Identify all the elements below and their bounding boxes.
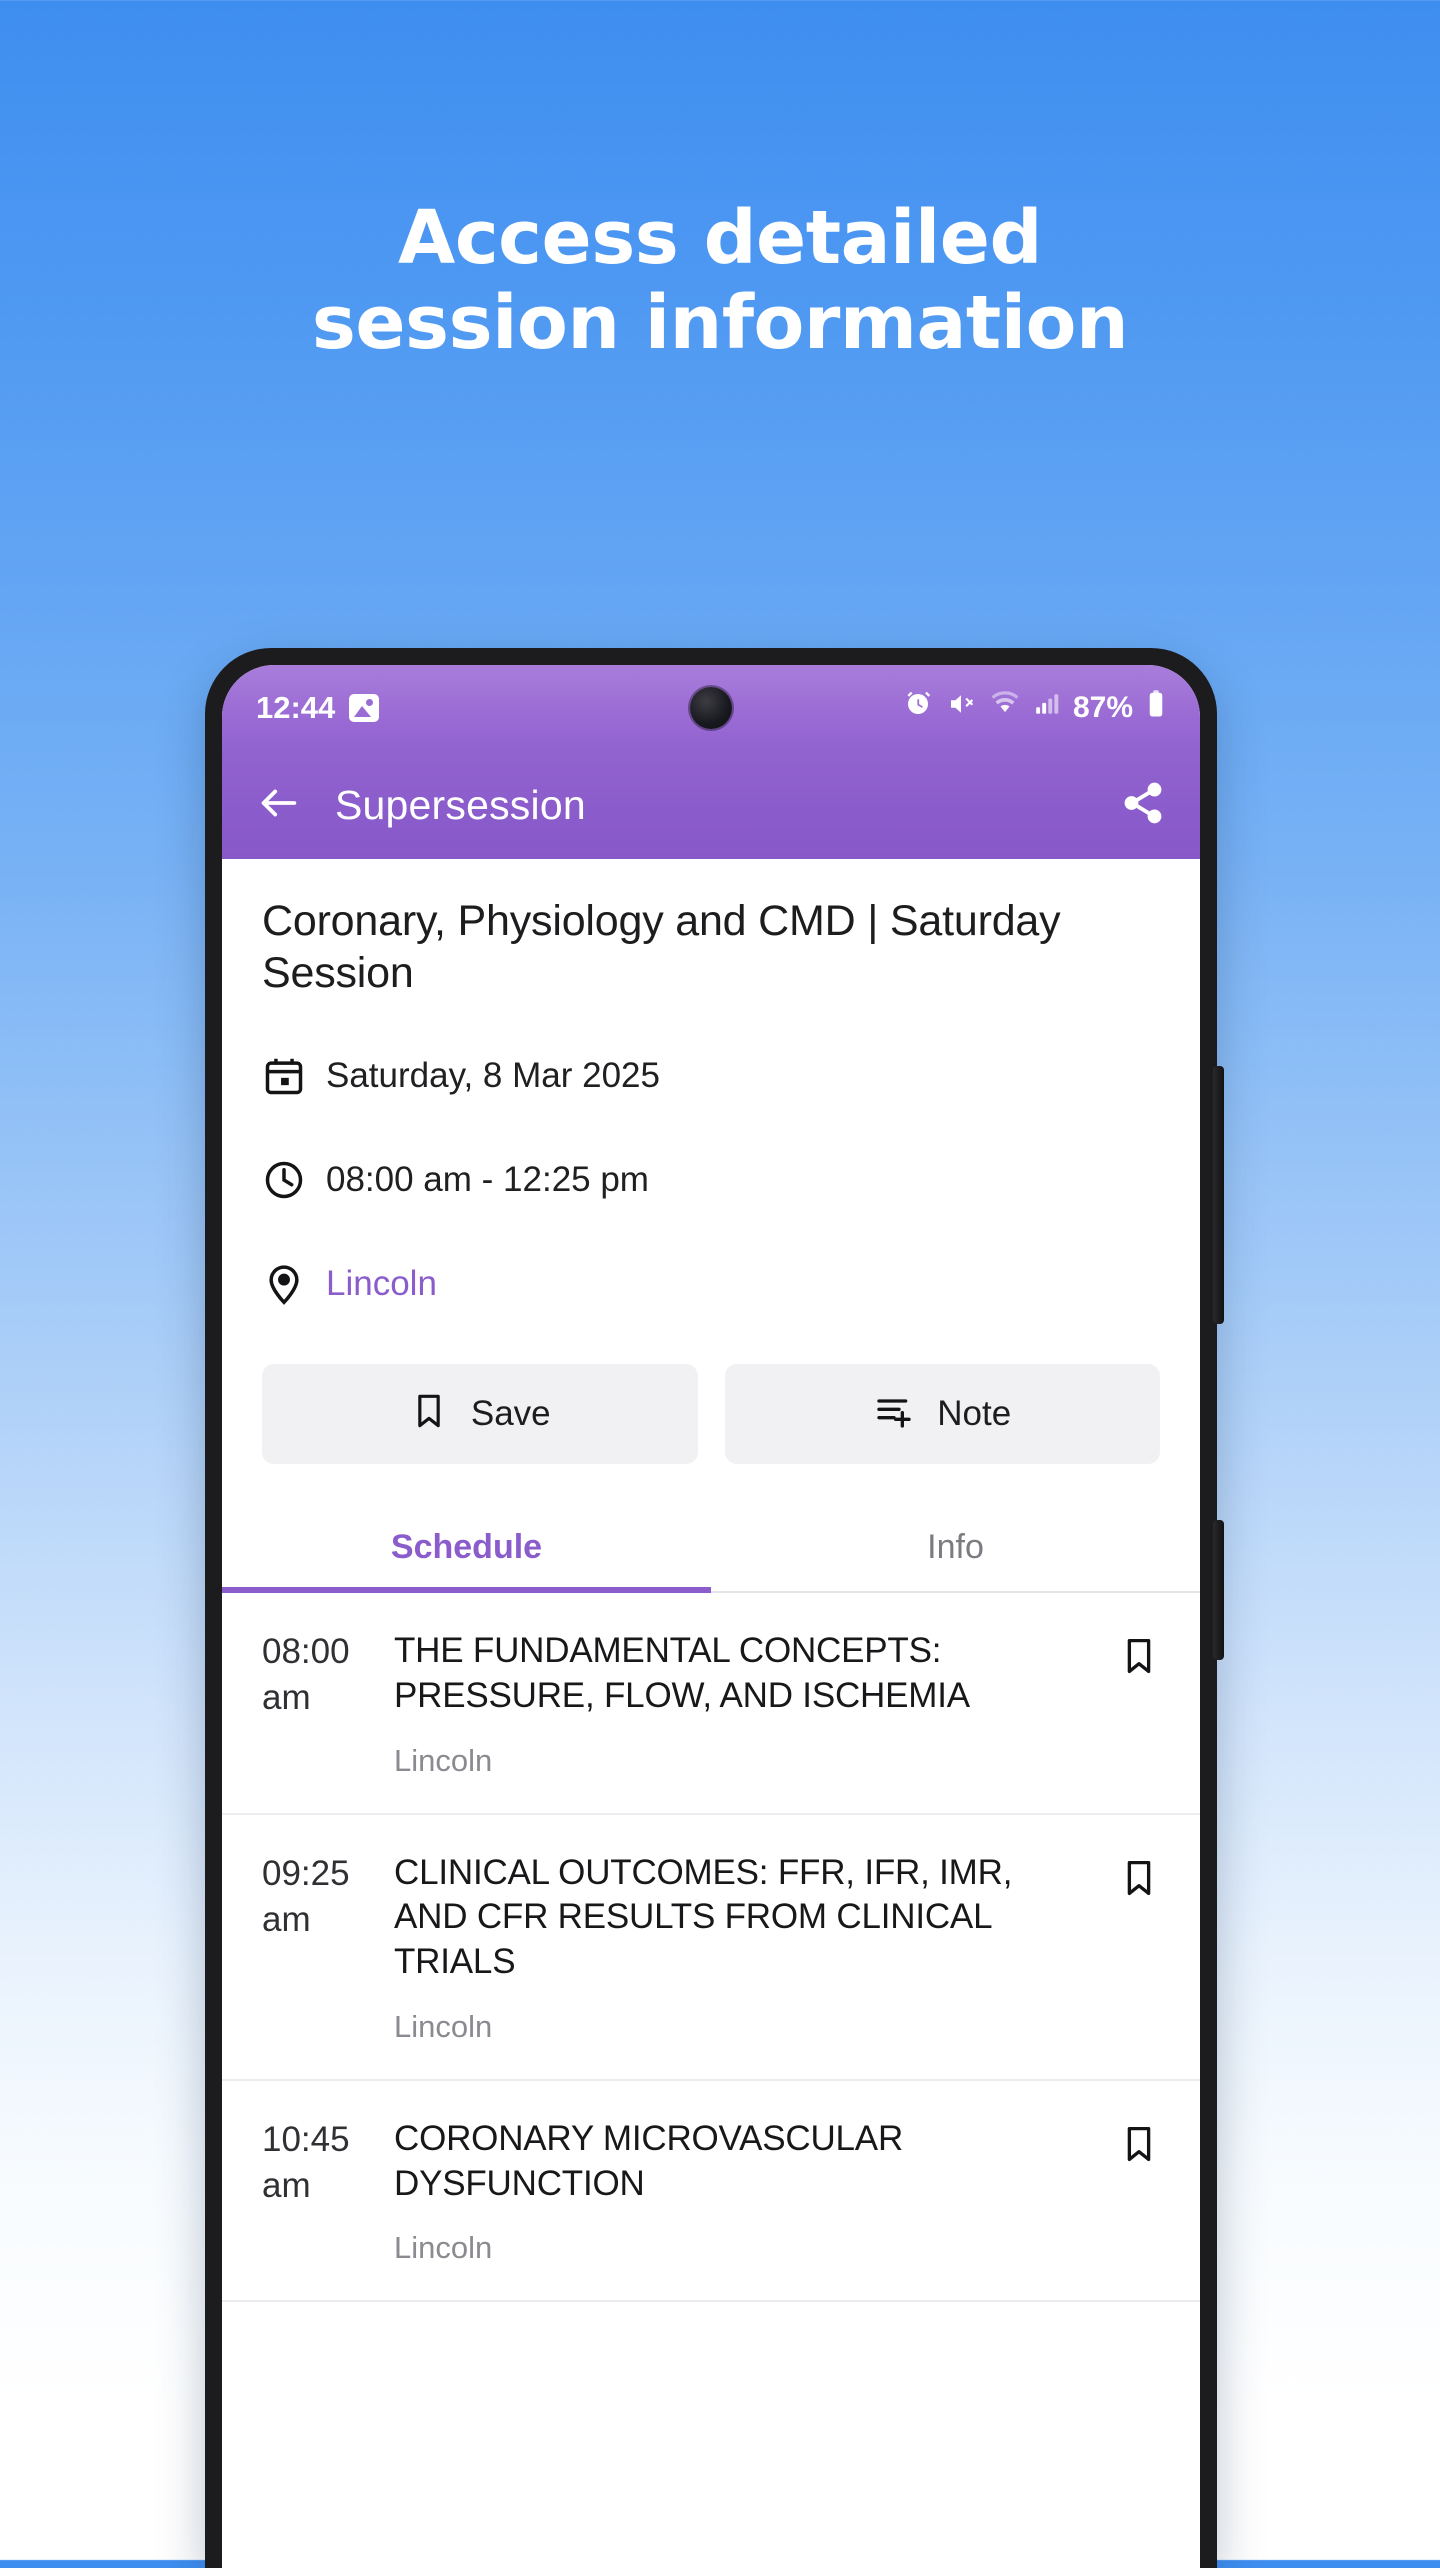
battery-icon (1146, 689, 1166, 727)
session-meta-list: Saturday, 8 Mar 2025 08:00 am - 12:25 pm (222, 1000, 1200, 1336)
note-button-label: Note (937, 1393, 1012, 1433)
tab-bar: Schedule Info (222, 1506, 1200, 1593)
hero-heading: Access detailed session information (0, 195, 1440, 367)
status-bar-right: 87% (903, 689, 1166, 727)
session-time-row: 08:00 am - 12:25 pm (262, 1128, 1160, 1232)
back-arrow-icon[interactable] (256, 780, 302, 831)
phone-screen: 12:44 87% Supersession Coronary, Physiol… (222, 665, 1200, 2568)
schedule-item-title: THE FUNDAMENTAL CONCEPTS: PRESSURE, FLOW… (394, 1630, 970, 1715)
schedule-item-title: CLINICAL OUTCOMES: FFR, IFR, IMR, AND CF… (394, 1852, 1013, 1982)
session-time-text: 08:00 am - 12:25 pm (326, 1159, 649, 1199)
app-bar-title: Supersession (335, 781, 586, 828)
schedule-list: 08:00 am THE FUNDAMENTAL CONCEPTS: PRESS… (222, 1593, 1200, 2303)
tab-schedule[interactable]: Schedule (222, 1506, 711, 1593)
schedule-item-room: Lincoln (394, 2008, 493, 2044)
save-button[interactable]: Save (262, 1363, 698, 1464)
cellular-signal-icon (1034, 690, 1060, 726)
session-location-row[interactable]: Lincoln (262, 1232, 1160, 1336)
schedule-item-room: Lincoln (394, 2230, 493, 2266)
schedule-list-item[interactable]: 09:25 am CLINICAL OUTCOMES: FFR, IFR, IM… (222, 1815, 1200, 2081)
schedule-item-time: 10:45 am (262, 2119, 350, 2206)
schedule-list-item[interactable]: 10:45 am CORONARY MICROVASCULAR DYSFUNCT… (222, 2081, 1200, 2303)
bookmark-icon[interactable] (1104, 1851, 1160, 2045)
save-button-label: Save (470, 1393, 551, 1433)
phone-mockup: 12:44 87% Supersession Coronary, Physiol… (205, 648, 1224, 2568)
session-title: Coronary, Physiology and CMD | Saturday … (262, 897, 1061, 998)
action-buttons: Save Note (222, 1336, 1200, 1464)
alarm-icon (903, 689, 933, 727)
tab-info-label: Info (927, 1527, 984, 1566)
bookmark-icon[interactable] (1104, 1629, 1160, 1779)
app-bar: Supersession (222, 751, 1200, 859)
hero-line-2: session information (311, 280, 1129, 367)
schedule-item-title: CORONARY MICROVASCULAR DYSFUNCTION (394, 2118, 904, 2203)
schedule-item-body: CORONARY MICROVASCULAR DYSFUNCTION Linco… (394, 2117, 1104, 2267)
hero-line-1: Access detailed (398, 195, 1042, 281)
schedule-list-item[interactable]: 08:00 am THE FUNDAMENTAL CONCEPTS: PRESS… (222, 1593, 1200, 1815)
schedule-item-time: 08:00 am (262, 1631, 350, 1718)
power-button[interactable] (1213, 1520, 1224, 1660)
wifi-icon (989, 689, 1021, 727)
session-date-row: Saturday, 8 Mar 2025 (262, 1024, 1160, 1128)
battery-percent-label: 87% (1072, 691, 1133, 724)
front-camera-punchhole (690, 687, 732, 729)
status-bar-time: 12:44 (256, 690, 336, 725)
bookmark-icon (409, 1391, 449, 1436)
schedule-item-time: 09:25 am (262, 1853, 350, 1939)
status-bar: 12:44 87% (222, 665, 1200, 751)
note-button[interactable]: Note (724, 1363, 1160, 1464)
session-location-link[interactable]: Lincoln (326, 1264, 437, 1304)
schedule-item-body: CLINICAL OUTCOMES: FFR, IFR, IMR, AND CF… (394, 1851, 1104, 2045)
bookmark-icon[interactable] (1104, 2117, 1160, 2267)
session-detail-content: Coronary, Physiology and CMD | Saturday … (222, 859, 1200, 2303)
schedule-item-room: Lincoln (394, 1742, 493, 1778)
volume-button[interactable] (1213, 1066, 1224, 1324)
volume-mute-icon (946, 689, 976, 727)
share-icon[interactable] (1120, 780, 1166, 831)
schedule-item-body: THE FUNDAMENTAL CONCEPTS: PRESSURE, FLOW… (394, 1629, 1104, 1779)
map-pin-icon (262, 1262, 314, 1306)
tab-schedule-label: Schedule (390, 1527, 543, 1566)
note-add-icon (873, 1391, 915, 1436)
calendar-icon (262, 1054, 314, 1098)
clock-icon (262, 1158, 314, 1202)
status-bar-left: 12:44 (256, 690, 380, 726)
session-date-text: Saturday, 8 Mar 2025 (326, 1055, 660, 1095)
tab-info[interactable]: Info (711, 1506, 1200, 1591)
picture-icon (349, 694, 380, 722)
